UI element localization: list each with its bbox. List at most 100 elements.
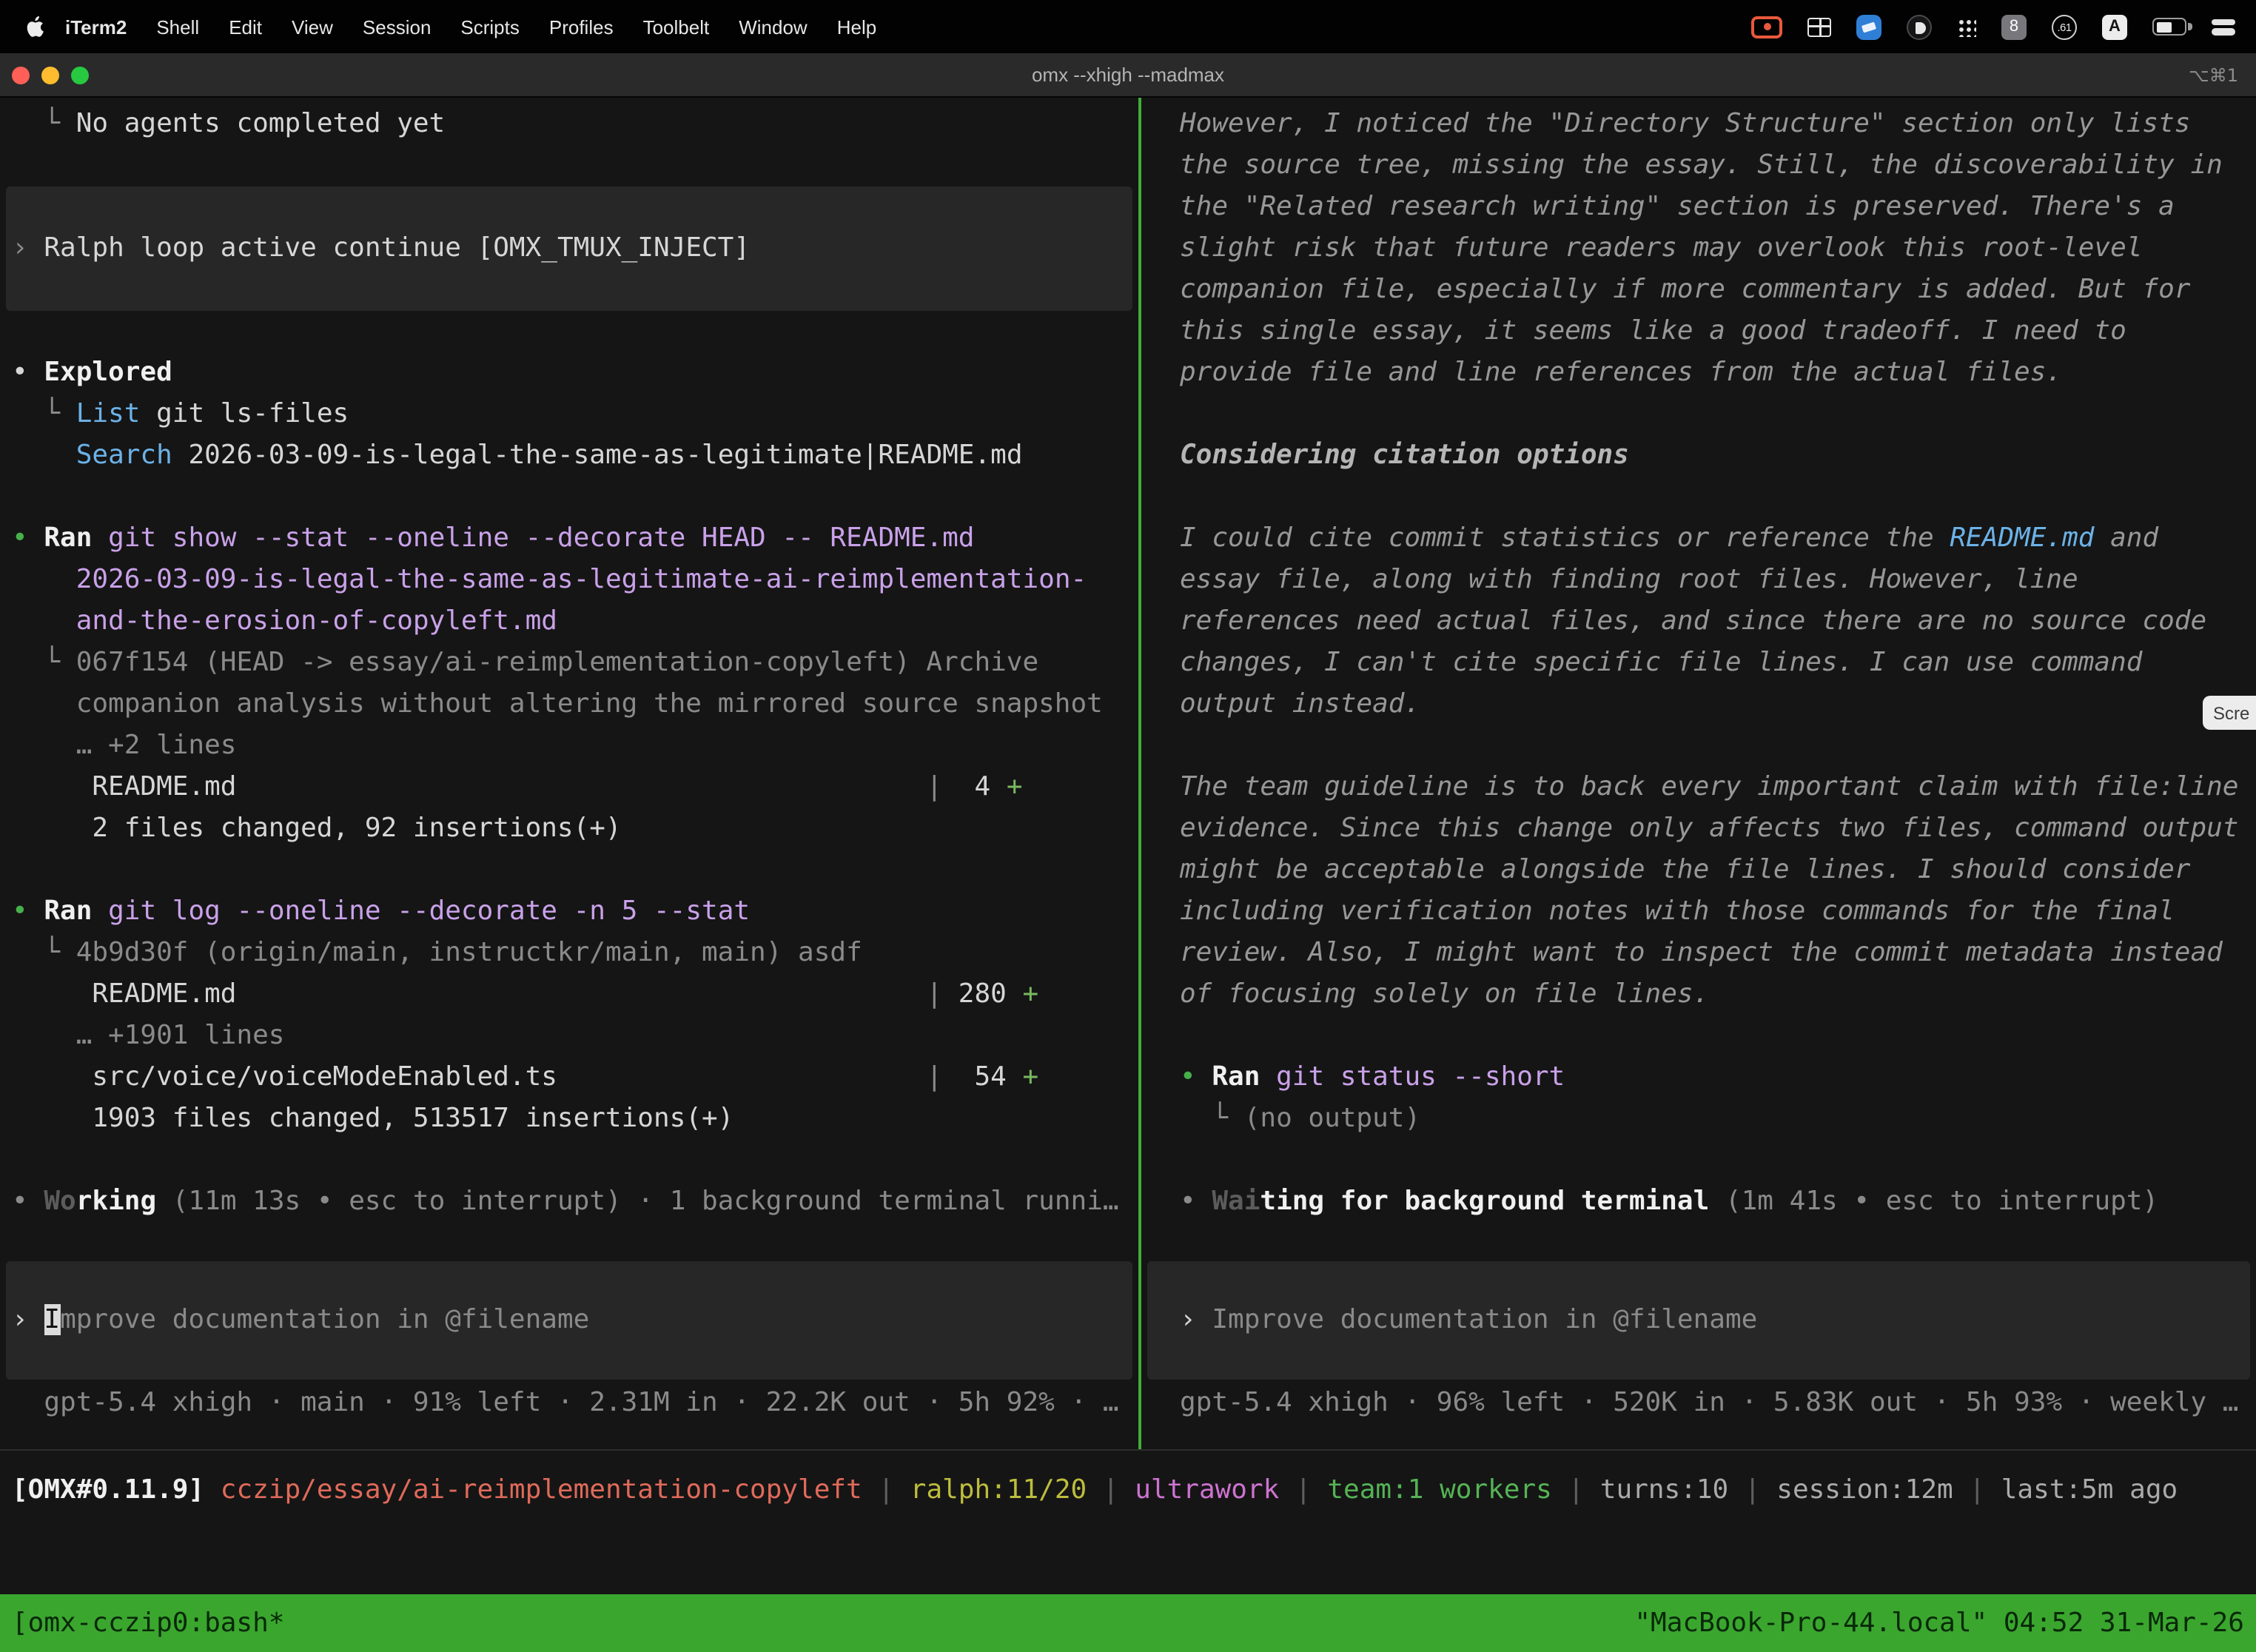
terminal-line: However, I noticed the "Directory Struct… (1141, 104, 2256, 145)
terminal-line: of focusing solely on file lines. (1141, 974, 2256, 1015)
terminal-line: I could cite commit statistics or refere… (1141, 518, 2256, 560)
terminal-line: companion file, especially if more comme… (1141, 269, 2256, 311)
macos-menubar: iTerm2ShellEditViewSessionScriptsProfile… (0, 0, 2256, 53)
blank-line (0, 1140, 1138, 1181)
traffic-lights (0, 66, 89, 84)
prompt-text-right: › Improve documentation in @filename (1147, 1300, 2250, 1341)
terminal-line: evidence. Since this change only affects… (1141, 808, 2256, 850)
tmux-host-clock: "MacBook-Pro-44.local" 04:52 31-Mar-26 (1634, 1608, 2244, 1639)
tmux-status-bar: [omx-cczip0:bash* "MacBook-Pro-44.local"… (0, 1594, 2256, 1652)
terminal-line: 2 files changed, 92 insertions(+) (0, 808, 1138, 850)
prompt-input-right[interactable]: › Improve documentation in @filename (1147, 1261, 2250, 1380)
terminal-line: └ 067f154 (HEAD -> essay/ai-reimplementa… (0, 642, 1138, 684)
terminal-line: this single essay, it seems like a good … (1141, 311, 2256, 352)
minimize-button[interactable] (41, 66, 59, 84)
terminal-line: output instead. (1141, 684, 2256, 725)
menubar-status-icons: 8 .61 A (1751, 14, 2235, 39)
terminal-line: slight risk that future readers may over… (1141, 228, 2256, 269)
terminal-line: references need actual files, and since … (1141, 601, 2256, 642)
control-center-icon[interactable] (2212, 17, 2235, 36)
terminal-line: … +1901 lines (0, 1015, 1138, 1057)
menu-item-window[interactable]: Window (724, 16, 822, 38)
terminal-line: • Ran git show --stat --oneline --decora… (0, 518, 1138, 560)
terminal-line: … +2 lines (0, 725, 1138, 767)
terminal-line: └ 4b9d30f (origin/main, instructkr/main,… (0, 933, 1138, 974)
terminal-line: └ (no output) (1141, 1098, 2256, 1140)
terminal-line: might be acceptable alongside the file l… (1141, 850, 2256, 891)
menu-item-session[interactable]: Session (348, 16, 446, 38)
model-status-left: gpt-5.4 xhigh · main · 91% left · 2.31M … (0, 1383, 1138, 1424)
blank-line (1141, 477, 2256, 518)
keypad-icon[interactable]: 8 (2001, 14, 2027, 39)
terminal-region: └ No agents completed yet › Ralph loop ac… (0, 98, 2256, 1652)
terminal-line: └ No agents completed yet (0, 104, 1138, 145)
blank-line (0, 477, 1138, 518)
menu-item-help[interactable]: Help (822, 16, 892, 38)
menu-item-iterm2[interactable]: iTerm2 (50, 16, 141, 38)
blue-app-icon[interactable] (1856, 14, 1881, 39)
terminal-line: README.md | 280 + (0, 974, 1138, 1015)
tmux-panes: └ No agents completed yet › Ralph loop ac… (0, 98, 2256, 1451)
gauge-icon[interactable]: .61 (2052, 14, 2077, 39)
terminal-line: 1903 files changed, 513517 insertions(+) (0, 1098, 1138, 1140)
model-status-right: gpt-5.4 xhigh · 96% left · 520K in · 5.8… (1141, 1383, 2256, 1424)
terminal-line: provide file and line references from th… (1141, 352, 2256, 394)
terminal-line: • Explored (0, 352, 1138, 394)
screen-recording-indicator-icon[interactable] (1751, 16, 1782, 38)
right-terminal-pane[interactable]: However, I noticed the "Directory Struct… (1141, 98, 2256, 1449)
zoom-button[interactable] (71, 66, 89, 84)
terminal-line: └ List git ls-files (0, 394, 1138, 435)
menu-item-view[interactable]: View (277, 16, 348, 38)
terminal-line: review. Also, I might want to inspect th… (1141, 933, 2256, 974)
close-button[interactable] (12, 66, 30, 84)
terminal-line: the source tree, missing the essay. Stil… (1141, 145, 2256, 187)
blank-line (1141, 394, 2256, 435)
dots-grid-icon[interactable] (1957, 17, 1976, 36)
omx-status-bar: [OMX#0.11.9] cczip/essay/ai-reimplementa… (0, 1470, 2256, 1511)
terminal-line: • Working (11m 13s • esc to interrupt) ·… (0, 1181, 1138, 1223)
left-terminal-pane[interactable]: └ No agents completed yet › Ralph loop ac… (0, 98, 1138, 1449)
terminal-line: src/voice/voiceModeEnabled.ts | 54 + (0, 1057, 1138, 1098)
window-grid-icon[interactable] (1807, 17, 1831, 36)
blank-line (0, 311, 1138, 352)
blank-line (0, 850, 1138, 891)
blank-line (1141, 725, 2256, 767)
menu-item-toolbelt[interactable]: Toolbelt (628, 16, 725, 38)
terminal-line: Considering citation options (1141, 435, 2256, 477)
left-scrollback: └ No agents completed yet › Ralph loop ac… (0, 98, 1138, 1223)
battery-icon[interactable] (2152, 18, 2186, 36)
tmux-window-item[interactable]: [omx-cczip0:bash* (12, 1608, 284, 1639)
terminal-line: and-the-erosion-of-copyleft.md (0, 601, 1138, 642)
terminal-line: changes, I can't cite specific file line… (1141, 642, 2256, 684)
prompt-text-left: › Improve documentation in @filename (6, 1300, 1132, 1341)
ralph-inject-banner: › Ralph loop active continue [OMX_TMUX_I… (6, 187, 1132, 311)
terminal-line: • Ran git status --short (1141, 1057, 2256, 1098)
screen-sharing-chip[interactable]: Scre (2203, 696, 2256, 730)
menubar-menus: iTerm2ShellEditViewSessionScriptsProfile… (24, 15, 891, 38)
terminal-line: essay file, along with finding root file… (1141, 560, 2256, 601)
apple-menu-icon[interactable] (24, 15, 44, 38)
menubar-items: iTerm2ShellEditViewSessionScriptsProfile… (50, 16, 891, 38)
input-source-icon[interactable]: A (2102, 14, 2127, 39)
terminal-line: The team guideline is to back every impo… (1141, 767, 2256, 808)
terminal-line: companion analysis without altering the … (0, 684, 1138, 725)
terminal-line: 2026-03-09-is-legal-the-same-as-legitima… (0, 560, 1138, 601)
terminal-line: including verification notes with those … (1141, 891, 2256, 933)
blank-line (1141, 1015, 2256, 1057)
terminal-line: README.md | 4 + (0, 767, 1138, 808)
menu-item-edit[interactable]: Edit (214, 16, 277, 38)
terminal-line: • Ran git log --oneline --decorate -n 5 … (0, 891, 1138, 933)
terminal-line: Search 2026-03-09-is-legal-the-same-as-l… (0, 435, 1138, 477)
window-titlebar: omx --xhigh --madmax ⌥⌘1 (0, 53, 2256, 98)
dark-app-icon[interactable] (1907, 14, 1932, 39)
window-shortcut-badge: ⌥⌘1 (2189, 64, 2256, 85)
screen: iTerm2ShellEditViewSessionScriptsProfile… (0, 0, 2256, 1652)
terminal-line: • Waiting for background terminal (1m 41… (1141, 1181, 2256, 1223)
prompt-input-left[interactable]: › Improve documentation in @filename (6, 1261, 1132, 1380)
menu-item-shell[interactable]: Shell (141, 16, 214, 38)
blank-line (1141, 1140, 2256, 1181)
menu-item-profiles[interactable]: Profiles (534, 16, 628, 38)
terminal-line: the "Related research writing" section i… (1141, 187, 2256, 228)
right-scrollback: However, I noticed the "Directory Struct… (1141, 98, 2256, 1223)
menu-item-scripts[interactable]: Scripts (446, 16, 534, 38)
